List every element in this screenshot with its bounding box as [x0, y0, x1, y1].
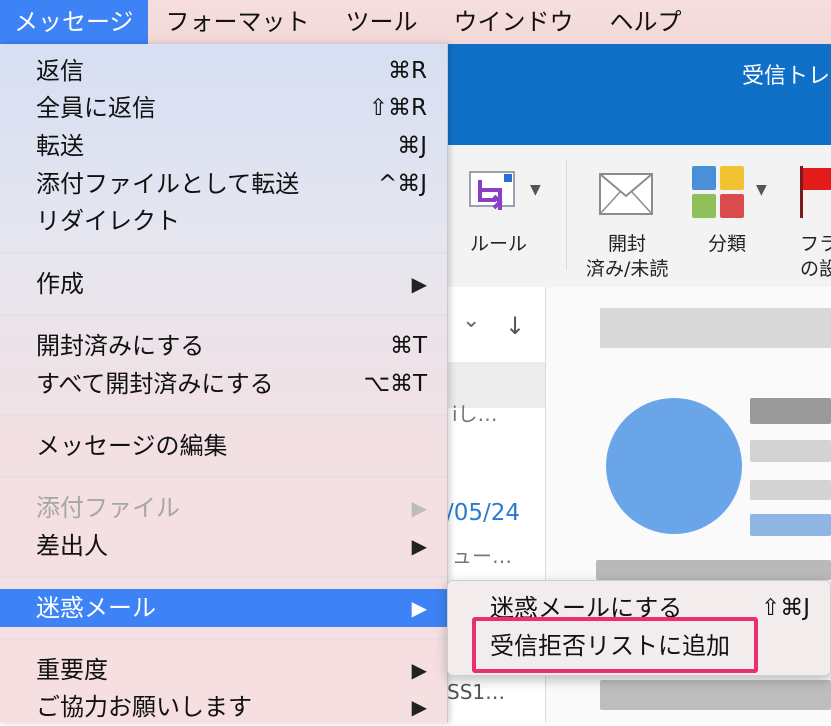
- blurred-body-line: [600, 680, 831, 710]
- flag-label-line2: の設: [800, 258, 831, 280]
- chevron-down-icon: ▼: [756, 182, 767, 198]
- menu-item-junk-mail[interactable]: 迷惑メール ▶: [0, 589, 447, 627]
- menu-item-label: 作成: [36, 270, 84, 298]
- menu-item-label: 返信: [36, 57, 84, 85]
- menu-item-label: リダイレクト: [36, 207, 180, 235]
- sender-avatar: [606, 398, 742, 534]
- blurred-link-line: [750, 514, 831, 536]
- chevron-down-icon: ▼: [530, 182, 541, 198]
- menu-item-label: 全員に返信: [36, 94, 156, 122]
- categorize-icon: [692, 166, 744, 218]
- menubar-item-format[interactable]: フォーマット: [148, 0, 328, 44]
- submenu-arrow-icon: ▶: [411, 534, 427, 558]
- menu-item-shortcut: ⌥⌘T: [363, 371, 427, 397]
- read-unread-label-line2: 済み/未読: [586, 258, 669, 280]
- blurred-text-line: [750, 480, 831, 500]
- read-unread-label-line1: 開封: [608, 233, 647, 255]
- menu-separator: [0, 252, 447, 254]
- annotation-highlight-box: [472, 617, 758, 673]
- menu-item-shortcut: ⌘J: [397, 133, 427, 159]
- blurred-sender-line: [750, 398, 831, 424]
- menu-item-label: 開封済みにする: [36, 332, 205, 360]
- submenu-arrow-icon: ▶: [411, 695, 427, 719]
- sort-direction-arrow-icon[interactable]: ↓: [505, 312, 525, 340]
- blurred-body-line: [596, 560, 831, 580]
- flag-icon: [800, 166, 831, 218]
- menu-item-forward-as-attachment[interactable]: 添付ファイルとして転送 ^⌘J: [0, 165, 447, 203]
- menu-item-label: すべて開封済みにする: [36, 370, 274, 398]
- menu-item-shortcut: ⌘T: [389, 333, 427, 359]
- submenu-arrow-icon: ▶: [411, 596, 427, 620]
- window-title: 受信トレ: [742, 64, 831, 89]
- menu-separator: [0, 414, 447, 416]
- menu-item-reply-all[interactable]: 全員に返信 ⇧⌘R: [0, 89, 447, 127]
- menu-item-sender[interactable]: 差出人 ▶: [0, 527, 447, 565]
- message-snippet: iし…: [452, 402, 498, 426]
- menu-item-shortcut: ^⌘J: [377, 171, 427, 197]
- menu-item-mark-all-read[interactable]: すべて開封済みにする ⌥⌘T: [0, 365, 447, 403]
- menu-item-forward[interactable]: 転送 ⌘J: [0, 127, 447, 165]
- menubar-item-help[interactable]: ヘルプ: [592, 0, 700, 44]
- menu-item-label: 添付ファイル: [36, 494, 180, 522]
- rules-icon: [469, 171, 515, 210]
- menu-item-shortcut: ⇧⌘R: [368, 95, 427, 121]
- envelope-icon: [599, 173, 653, 215]
- flag-label-line1: フラ: [800, 233, 831, 255]
- menu-item-label: 添付ファイルとして転送: [36, 170, 300, 198]
- menu-item-redirect[interactable]: リダイレクト: [0, 202, 447, 240]
- menu-separator: [0, 314, 447, 316]
- menubar-item-message[interactable]: メッセージ: [0, 0, 148, 44]
- blurred-subject: [600, 308, 831, 348]
- blurred-text-line: [750, 440, 831, 462]
- menu-separator: [0, 638, 447, 640]
- menu-item-mark-read[interactable]: 開封済みにする ⌘T: [0, 327, 447, 365]
- menu-item-compose[interactable]: 作成 ▶: [0, 265, 447, 303]
- menu-item-priority[interactable]: 重要度 ▶: [0, 651, 447, 689]
- menu-item-please-help[interactable]: ご協力お願いします ▶: [0, 688, 447, 726]
- submenu-arrow-icon: ▶: [411, 496, 427, 520]
- menu-item-reply[interactable]: 返信 ⌘R: [0, 52, 447, 90]
- menu-item-label: 転送: [36, 132, 84, 160]
- menu-item-label: メッセージの編集: [36, 432, 228, 460]
- submenu-arrow-icon: ▶: [411, 658, 427, 682]
- sort-chevron-icon[interactable]: ⌄: [462, 308, 480, 333]
- categorize-label: 分類: [708, 233, 747, 255]
- menu-separator: [0, 476, 447, 478]
- menu-item-attachments: 添付ファイル ▶: [0, 489, 447, 527]
- menu-item-edit-message[interactable]: メッセージの編集: [0, 427, 447, 465]
- menubar-item-window[interactable]: ウインドウ: [436, 0, 592, 44]
- menu-item-shortcut: ⇧⌘J: [760, 595, 810, 621]
- message-snippet: ュー…: [452, 544, 512, 568]
- menu-item-shortcut: ⌘R: [388, 58, 427, 84]
- ribbon-separator: [566, 160, 567, 270]
- menubar-item-tools[interactable]: ツール: [328, 0, 436, 44]
- rules-label: ルール: [470, 233, 528, 255]
- menu-separator: [0, 576, 447, 578]
- menu-item-label: 重要度: [36, 656, 108, 684]
- message-date: /05/24: [446, 500, 521, 526]
- menu-bar: メッセージ フォーマット ツール ウインドウ ヘルプ: [0, 0, 831, 44]
- menu-item-label: ご協力お願いします: [36, 693, 252, 721]
- submenu-arrow-icon: ▶: [411, 272, 427, 296]
- menu-item-label: 差出人: [36, 532, 108, 560]
- menu-item-label: 迷惑メール: [36, 594, 156, 622]
- message-snippet: SS1…: [447, 680, 506, 704]
